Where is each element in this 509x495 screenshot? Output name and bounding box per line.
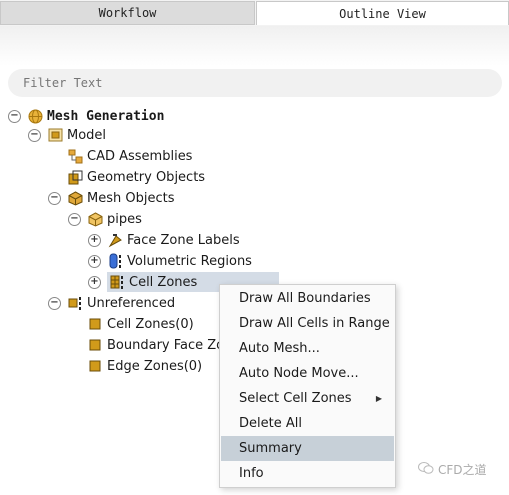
menu-item-select-cell-zones[interactable]: Select Cell Zones ▶	[221, 386, 394, 411]
tree-label: Unreferenced	[87, 295, 176, 311]
zone-square-icon	[87, 316, 103, 332]
tree-label: Volumetric Regions	[127, 253, 252, 269]
menu-item-label: Select Cell Zones	[239, 391, 352, 406]
tree-label: Cell Zones	[129, 274, 198, 290]
menu-item-summary[interactable]: Summary	[221, 436, 394, 461]
filter-text-input[interactable]	[8, 69, 502, 97]
expand-icon[interactable]: +	[88, 254, 101, 268]
menu-item-delete-all[interactable]: Delete All	[221, 411, 394, 436]
model-icon	[47, 127, 63, 143]
face-zone-labels-icon	[107, 232, 123, 248]
globe-icon	[27, 108, 43, 124]
zone-square-icon	[87, 337, 103, 353]
tree-item-cad-assemblies[interactable]: CAD Assemblies	[48, 146, 192, 166]
tree-item-pipes[interactable]: − pipes	[68, 209, 142, 229]
tree-label: Mesh Objects	[87, 190, 175, 206]
watermark: CFD之道	[418, 461, 487, 478]
tree-label: Edge Zones(0)	[107, 358, 203, 374]
menu-item-auto-mesh[interactable]: Auto Mesh...	[221, 336, 394, 361]
menu-item-auto-node-move[interactable]: Auto Node Move...	[221, 361, 394, 386]
collapse-icon[interactable]: −	[28, 128, 41, 142]
tree-label: Cell Zones(0)	[107, 316, 194, 332]
context-menu: Draw All Boundaries Draw All Cells in Ra…	[219, 284, 396, 488]
menu-item-info[interactable]: Info	[221, 461, 394, 486]
expand-icon[interactable]: +	[88, 233, 101, 247]
tree-item-mesh-generation[interactable]: − Mesh Generation	[8, 106, 164, 126]
collapse-icon[interactable]: −	[8, 109, 21, 123]
tree-label: pipes	[107, 211, 142, 227]
menu-item-draw-all-boundaries[interactable]: Draw All Boundaries	[221, 286, 394, 311]
tree-item-mesh-objects[interactable]: − Mesh Objects	[48, 188, 174, 208]
tree-item-boundary-face-zones[interactable]: Boundary Face Zo	[68, 335, 224, 355]
tree-item-volumetric-regions[interactable]: + Volumetric Regions	[88, 251, 252, 271]
collapse-icon[interactable]: −	[68, 212, 81, 226]
tree-item-face-zone-labels[interactable]: + Face Zone Labels	[88, 230, 240, 250]
collapse-icon[interactable]: −	[48, 296, 61, 310]
cell-zones-icon	[109, 274, 125, 290]
pipes-cube-icon	[87, 211, 103, 227]
tree-item-model[interactable]: − Model	[28, 125, 106, 145]
tab-workflow[interactable]: Workflow	[0, 1, 255, 25]
unreferenced-icon	[67, 295, 83, 311]
tree-item-unreferenced[interactable]: − Unreferenced	[48, 293, 175, 313]
volumetric-regions-icon	[107, 253, 123, 269]
submenu-arrow-icon: ▶	[375, 394, 382, 403]
tab-bar: Workflow Outline View	[0, 0, 509, 26]
tree-item-geometry-objects[interactable]: Geometry Objects	[48, 167, 205, 187]
expand-icon[interactable]: +	[88, 275, 101, 289]
tree-item-edge-zones-0[interactable]: Edge Zones(0)	[68, 356, 202, 376]
tree-label: CAD Assemblies	[87, 148, 193, 164]
tree-item-cell-zones-0[interactable]: Cell Zones(0)	[68, 314, 194, 334]
watermark-text: CFD之道	[438, 463, 487, 477]
zone-square-icon	[87, 358, 103, 374]
mesh-objects-icon	[67, 190, 83, 206]
tree-label: Boundary Face Zo	[107, 337, 225, 353]
tab-outline-view[interactable]: Outline View	[256, 1, 509, 25]
panel-header	[0, 26, 509, 66]
menu-item-draw-all-cells-in-range[interactable]: Draw All Cells in Range	[221, 311, 394, 336]
tree-label: Model	[67, 127, 107, 143]
tree-label: Mesh Generation	[47, 108, 165, 124]
cad-assemblies-icon	[67, 148, 83, 164]
geometry-objects-icon	[67, 169, 83, 185]
collapse-icon[interactable]: −	[48, 191, 61, 205]
wechat-icon	[418, 461, 434, 478]
tree-label: Face Zone Labels	[127, 232, 240, 248]
tree-label: Geometry Objects	[87, 169, 206, 185]
